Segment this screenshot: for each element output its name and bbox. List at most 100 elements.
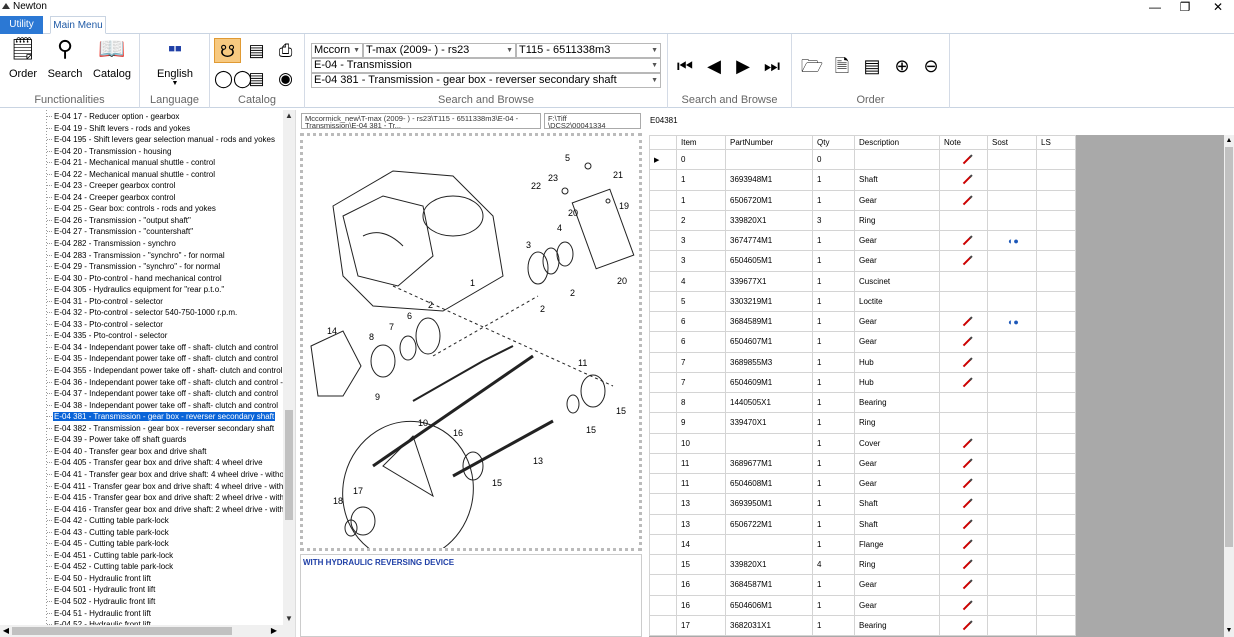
table-row[interactable]: 2 339820X1 3 Ring	[649, 209, 1076, 232]
cell-sost[interactable]	[987, 331, 1037, 353]
pencil-icon[interactable]	[962, 338, 972, 347]
cell-sost[interactable]: ◐●	[987, 310, 1037, 333]
cell-qty[interactable]: 1	[812, 513, 855, 535]
cell-item[interactable]: 1	[676, 169, 726, 191]
tree-item[interactable]: E-04 283 - Transmission - "synchro" - fo…	[0, 250, 284, 262]
column-header-sost[interactable]: Sost	[987, 135, 1037, 150]
new-document-icon[interactable]: 🗎	[827, 52, 857, 80]
cell-description[interactable]: Gear	[854, 594, 940, 616]
cell-item[interactable]: 8	[676, 391, 726, 414]
cell-ls[interactable]	[1036, 472, 1076, 495]
substitution-icon[interactable]: ◐●	[1008, 236, 1019, 246]
cell-item[interactable]: 14	[676, 533, 726, 556]
scroll-down-icon[interactable]: ▼	[283, 613, 295, 625]
cell-item[interactable]: 5	[676, 290, 726, 313]
row-header[interactable]	[649, 351, 677, 373]
next-icon[interactable]: ▶	[729, 54, 757, 78]
document-list-icon[interactable]: ▤	[243, 66, 270, 91]
cell-ls[interactable]	[1036, 533, 1076, 556]
cell-sost[interactable]	[987, 209, 1037, 232]
tree-item[interactable]: E-04 451 - Cutting table park-lock	[0, 550, 284, 562]
tree-item[interactable]: E-04 31 - Pto-control - selector	[0, 296, 284, 308]
pencil-icon[interactable]	[962, 479, 972, 489]
tree-item[interactable]: E-04 33 - Pto-control - selector	[0, 319, 284, 331]
column-header-description[interactable]: Description	[854, 135, 940, 150]
tree-item[interactable]: E-04 355 - Independant power take off - …	[0, 365, 284, 377]
cell-qty[interactable]: 1	[812, 493, 855, 515]
cell-sost[interactable]	[987, 250, 1037, 272]
cell-item[interactable]: 15	[676, 553, 726, 576]
cell-qty[interactable]: 4	[812, 553, 855, 576]
cell-sost[interactable]	[987, 574, 1037, 596]
table-row[interactable]: 14 1 Flange	[649, 533, 1076, 556]
cell-description[interactable]: Ring	[854, 209, 940, 232]
row-header[interactable]	[649, 331, 677, 353]
cell-item[interactable]: 4	[676, 270, 726, 292]
cell-description[interactable]: Gear	[854, 331, 940, 353]
cell-partnumber[interactable]: 339820X1	[725, 209, 813, 232]
tree-item[interactable]: E-04 501 - Hydraulic front lift	[0, 584, 284, 596]
tree-item[interactable]: E-04 38 - Independant power take off - s…	[0, 400, 284, 412]
cell-partnumber[interactable]: 6506720M1	[725, 189, 813, 211]
tree-item[interactable]: E-04 45 - Cutting table park-lock	[0, 538, 284, 550]
column-header-ls[interactable]: LS	[1036, 135, 1076, 150]
cell-description[interactable]: Cuscinet	[854, 270, 940, 292]
cell-description[interactable]: Gear	[854, 472, 940, 495]
table-row[interactable]: 13 6506722M1 1 Shaft	[649, 513, 1076, 535]
tree-item[interactable]: E-04 17 - Reducer option - gearbox	[0, 111, 284, 123]
cell-ls[interactable]	[1036, 209, 1076, 232]
cell-sost[interactable]	[987, 594, 1037, 616]
cell-note[interactable]	[939, 493, 988, 515]
cell-partnumber[interactable]: 3684589M1	[725, 310, 813, 333]
cell-partnumber[interactable]: 6504605M1	[725, 250, 813, 272]
table-row[interactable]: 1 6506720M1 1 Gear	[649, 189, 1076, 211]
table-row[interactable]: 5 3303219M1 1 Loctite	[649, 290, 1076, 313]
cell-partnumber[interactable]: 6504609M1	[725, 371, 813, 394]
tree-item[interactable]: E-04 37 - Independant power take off - s…	[0, 388, 284, 400]
table-row[interactable]: 6 6504607M1 1 Gear	[649, 331, 1076, 353]
add-list-icon[interactable]: ▤	[857, 52, 887, 80]
tree-item[interactable]: E-04 405 - Transfer gear box and drive s…	[0, 457, 284, 469]
cell-sost[interactable]	[987, 169, 1037, 191]
column-header-qty[interactable]: Qty	[812, 135, 855, 150]
cell-description[interactable]: Shaft	[854, 169, 940, 191]
cell-item[interactable]: 3	[676, 229, 726, 252]
pencil-icon[interactable]	[962, 459, 972, 469]
table-row[interactable]: 17 3682031X1 1 Bearing	[649, 614, 1076, 637]
row-header[interactable]	[649, 452, 677, 475]
pencil-icon[interactable]	[962, 176, 972, 185]
tree-item[interactable]: E-04 20 - Transmission - housing	[0, 146, 284, 158]
cell-qty[interactable]: 1	[812, 472, 855, 495]
cell-sost[interactable]	[987, 148, 1037, 171]
scroll-thumb[interactable]	[1225, 147, 1233, 547]
table-row[interactable]: 10 1 Cover	[649, 432, 1076, 454]
cell-ls[interactable]	[1036, 574, 1076, 596]
cell-item[interactable]: 2	[676, 209, 726, 232]
cell-partnumber[interactable]	[725, 533, 813, 556]
pencil-icon[interactable]	[962, 601, 972, 610]
table-row[interactable]: 16 6504606M1 1 Gear	[649, 594, 1076, 616]
cell-description[interactable]: Hub	[854, 351, 940, 373]
cell-ls[interactable]	[1036, 594, 1076, 616]
scroll-right-icon[interactable]: ▶	[268, 625, 280, 637]
substitution-icon[interactable]: ◐●	[1008, 317, 1019, 327]
cell-item[interactable]: 1	[676, 189, 726, 211]
table-row[interactable]: 6 3684589M1 1 Gear ◐●	[649, 310, 1076, 333]
cell-description[interactable]: Bearing	[854, 391, 940, 414]
row-header[interactable]	[649, 472, 677, 495]
pencil-icon[interactable]	[962, 155, 972, 165]
tree-item[interactable]: E-04 195 - Shift levers gear selection m…	[0, 134, 284, 146]
scroll-up-icon[interactable]: ▲	[1224, 135, 1234, 147]
language-button[interactable]: ■■ English ▼	[152, 36, 198, 87]
tree-item[interactable]: E-04 305 - Hydraulics equipment for "rea…	[0, 284, 284, 296]
cell-qty[interactable]: 1	[812, 432, 855, 454]
table-row[interactable]: 7 6504609M1 1 Hub	[649, 371, 1076, 394]
tree-item[interactable]: E-04 35 - Independant power take off - s…	[0, 353, 284, 365]
cell-partnumber[interactable]	[725, 432, 813, 454]
table-select[interactable]: E-04 381 - Transmission - gear box - rev…	[311, 73, 661, 88]
pencil-icon[interactable]	[962, 257, 972, 266]
pencil-icon[interactable]	[962, 621, 972, 631]
cell-partnumber[interactable]: 1440505X1	[725, 391, 813, 414]
cell-item[interactable]: 16	[676, 574, 726, 596]
open-folder-icon[interactable]: 🗁	[797, 52, 827, 80]
